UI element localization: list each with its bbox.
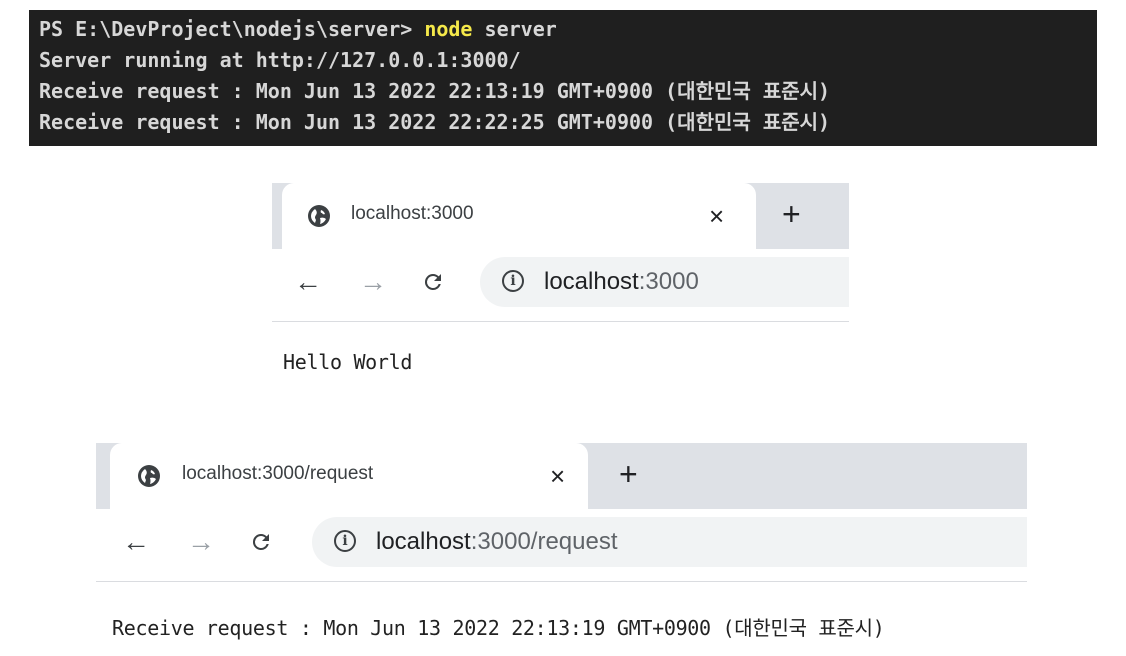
url-host: localhost	[544, 268, 639, 295]
page-body-text: Hello World	[283, 350, 413, 374]
arrow-left-icon[interactable]: ←	[116, 522, 156, 562]
info-icon[interactable]: i	[502, 270, 524, 292]
globe-icon	[308, 205, 330, 227]
page-body-text: Receive request : Mon Jun 13 2022 22:13:…	[112, 616, 885, 640]
tab-title: localhost:3000	[351, 203, 474, 224]
terminal-command-args: server	[472, 17, 557, 41]
url-host: localhost	[376, 528, 471, 555]
tab-strip: localhost:3000/request × +	[96, 443, 1027, 509]
address-bar[interactable]: i localhost:3000/request	[312, 517, 1027, 567]
browser-window-root: localhost:3000 × + ← → i localhost:3000	[272, 183, 849, 328]
terminal-window: PS E:\DevProject\nodejs\server> node ser…	[29, 10, 1097, 146]
url-path: :3000/request	[470, 528, 618, 555]
toolbar-divider	[96, 581, 1027, 582]
terminal-command-line: PS E:\DevProject\nodejs\server> node ser…	[39, 14, 1097, 45]
terminal-output-line: Receive request : Mon Jun 13 2022 22:13:…	[39, 79, 831, 103]
url-path: :3000	[638, 268, 699, 295]
tab-localhost-request[interactable]: localhost:3000/request ×	[110, 443, 588, 509]
tab-strip: localhost:3000 × +	[272, 183, 849, 249]
browser-toolbar: ← → i localhost:3000/request	[96, 509, 1027, 575]
url-text: localhost:3000/request	[376, 527, 618, 557]
close-icon[interactable]: ×	[709, 198, 724, 234]
toolbar-divider	[272, 321, 849, 322]
plus-icon[interactable]: +	[782, 196, 801, 232]
tab-localhost[interactable]: localhost:3000 ×	[282, 183, 756, 249]
reload-icon[interactable]	[241, 522, 281, 562]
terminal-output-line: Server running at http://127.0.0.1:3000/	[39, 48, 521, 72]
close-icon[interactable]: ×	[550, 458, 565, 494]
address-bar[interactable]: i localhost:3000	[480, 257, 849, 307]
browser-toolbar: ← → i localhost:3000	[272, 249, 849, 315]
arrow-left-icon[interactable]: ←	[288, 262, 328, 302]
browser-window-request: localhost:3000/request × + ← → i localho…	[96, 443, 1027, 585]
terminal-command: node	[424, 17, 473, 41]
arrow-right-icon[interactable]: →	[353, 262, 393, 302]
reload-icon[interactable]	[413, 262, 453, 302]
terminal-output-line: Receive request : Mon Jun 13 2022 22:22:…	[39, 110, 831, 134]
globe-icon	[138, 465, 160, 487]
tab-title: localhost:3000/request	[182, 463, 374, 484]
terminal-prompt: PS E:\DevProject\nodejs\server>	[39, 17, 425, 41]
url-text: localhost:3000	[544, 267, 699, 297]
plus-icon[interactable]: +	[619, 456, 638, 492]
arrow-right-icon[interactable]: →	[181, 522, 221, 562]
info-icon[interactable]: i	[334, 530, 356, 552]
